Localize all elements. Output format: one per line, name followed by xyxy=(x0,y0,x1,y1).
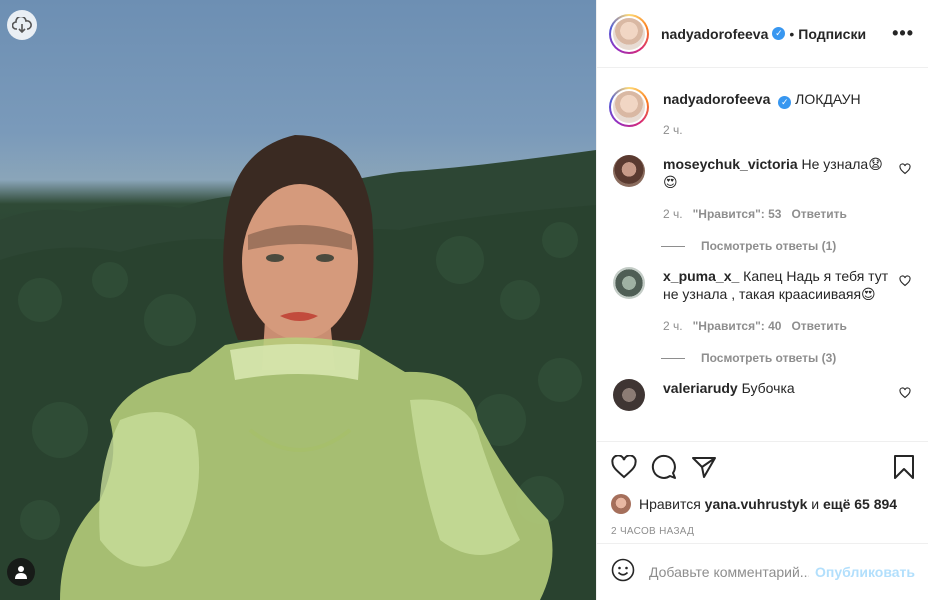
download-cloud-icon[interactable] xyxy=(7,10,37,40)
heart-icon[interactable] xyxy=(899,163,911,175)
emoji-icon[interactable] xyxy=(611,558,635,587)
post-photo[interactable] xyxy=(0,0,596,600)
photo-scene xyxy=(0,135,596,600)
comment-time: 2 ч. xyxy=(663,207,683,221)
replies-line xyxy=(661,245,685,247)
post-actions: Нравится yana.vuhrustyk и ещё 65 894 2 Ч… xyxy=(597,441,928,543)
likes-others[interactable]: ещё 65 894 xyxy=(823,496,897,512)
post-header: nadyadorofeeva ✓ • Подписки ••• xyxy=(597,0,928,68)
comment-icon[interactable] xyxy=(651,454,677,480)
commenter-avatar[interactable] xyxy=(613,379,645,411)
caption-avatar[interactable] xyxy=(609,87,649,127)
liker-avatar[interactable] xyxy=(611,494,631,514)
heart-icon[interactable] xyxy=(899,387,911,399)
author-username[interactable]: nadyadorofeeva xyxy=(661,26,768,42)
send-icon[interactable] xyxy=(691,455,717,479)
comment-item: x_puma_x_ Капец Надь я тебя тут не узнал… xyxy=(609,267,915,335)
commenter-avatar[interactable] xyxy=(613,267,645,299)
replies-line xyxy=(661,357,685,359)
comment-username[interactable]: valeriarudy xyxy=(663,380,738,396)
comment-username[interactable]: moseychuk_victoria xyxy=(663,156,798,172)
comment-item: moseychuk_victoria Не узнала😧😍 2 ч. "Нра… xyxy=(609,155,915,223)
comment-time: 2 ч. xyxy=(663,319,683,333)
comment-input[interactable]: Добавьте комментарий... xyxy=(649,564,809,580)
caption-username[interactable]: nadyadorofeeva xyxy=(663,91,770,107)
following-button[interactable]: Подписки xyxy=(798,26,866,42)
bookmark-icon[interactable] xyxy=(893,454,915,480)
heart-icon[interactable] xyxy=(611,455,637,479)
post-caption: nadyadorofeeva ✓ ЛОКДАУН 2 ч. xyxy=(609,87,915,139)
author-avatar[interactable] xyxy=(609,13,649,54)
reply-button[interactable]: Ответить xyxy=(791,205,846,223)
verified-icon: ✓ xyxy=(778,96,792,109)
view-replies-button[interactable]: Посмотреть ответы (1) xyxy=(661,239,915,253)
view-replies-label: Посмотреть ответы (3) xyxy=(701,351,837,365)
caption-text: ЛОКДАУН xyxy=(795,91,861,107)
comment-item: valeriarudy Бубочка xyxy=(609,379,915,411)
comment-username[interactable]: x_puma_x_ xyxy=(663,268,739,284)
comment-likes[interactable]: "Нравится": 53 xyxy=(693,205,782,223)
view-replies-label: Посмотреть ответы (1) xyxy=(701,239,837,253)
likes-summary[interactable]: Нравится yana.vuhrustyk и ещё 65 894 xyxy=(611,494,915,514)
user-tag-icon[interactable] xyxy=(7,558,35,586)
post-sidebar: nadyadorofeeva ✓ • Подписки ••• nadyador… xyxy=(596,0,928,600)
separator-dot: • xyxy=(789,25,795,42)
view-replies-button[interactable]: Посмотреть ответы (3) xyxy=(661,351,915,365)
heart-icon[interactable] xyxy=(899,275,911,287)
reply-button[interactable]: Ответить xyxy=(791,317,846,335)
verified-icon: ✓ xyxy=(772,27,786,40)
add-comment-bar: Добавьте комментарий... Опубликовать xyxy=(597,543,928,600)
likes-conj: и xyxy=(811,496,820,512)
comment-likes[interactable]: "Нравится": 40 xyxy=(693,317,782,335)
post-timestamp[interactable]: 2 ЧАСОВ НАЗАД xyxy=(611,526,915,537)
commenter-avatar[interactable] xyxy=(613,155,645,187)
comment-text: Бубочка xyxy=(741,380,795,396)
likes-prefix: Нравится xyxy=(639,496,701,512)
more-dots-icon[interactable]: ••• xyxy=(892,23,914,44)
liker-username[interactable]: yana.vuhrustyk xyxy=(705,496,808,512)
comments-list[interactable]: nadyadorofeeva ✓ ЛОКДАУН 2 ч. moseychuk_… xyxy=(597,69,928,441)
caption-time: 2 ч. xyxy=(663,123,683,137)
publish-button[interactable]: Опубликовать xyxy=(815,564,915,580)
